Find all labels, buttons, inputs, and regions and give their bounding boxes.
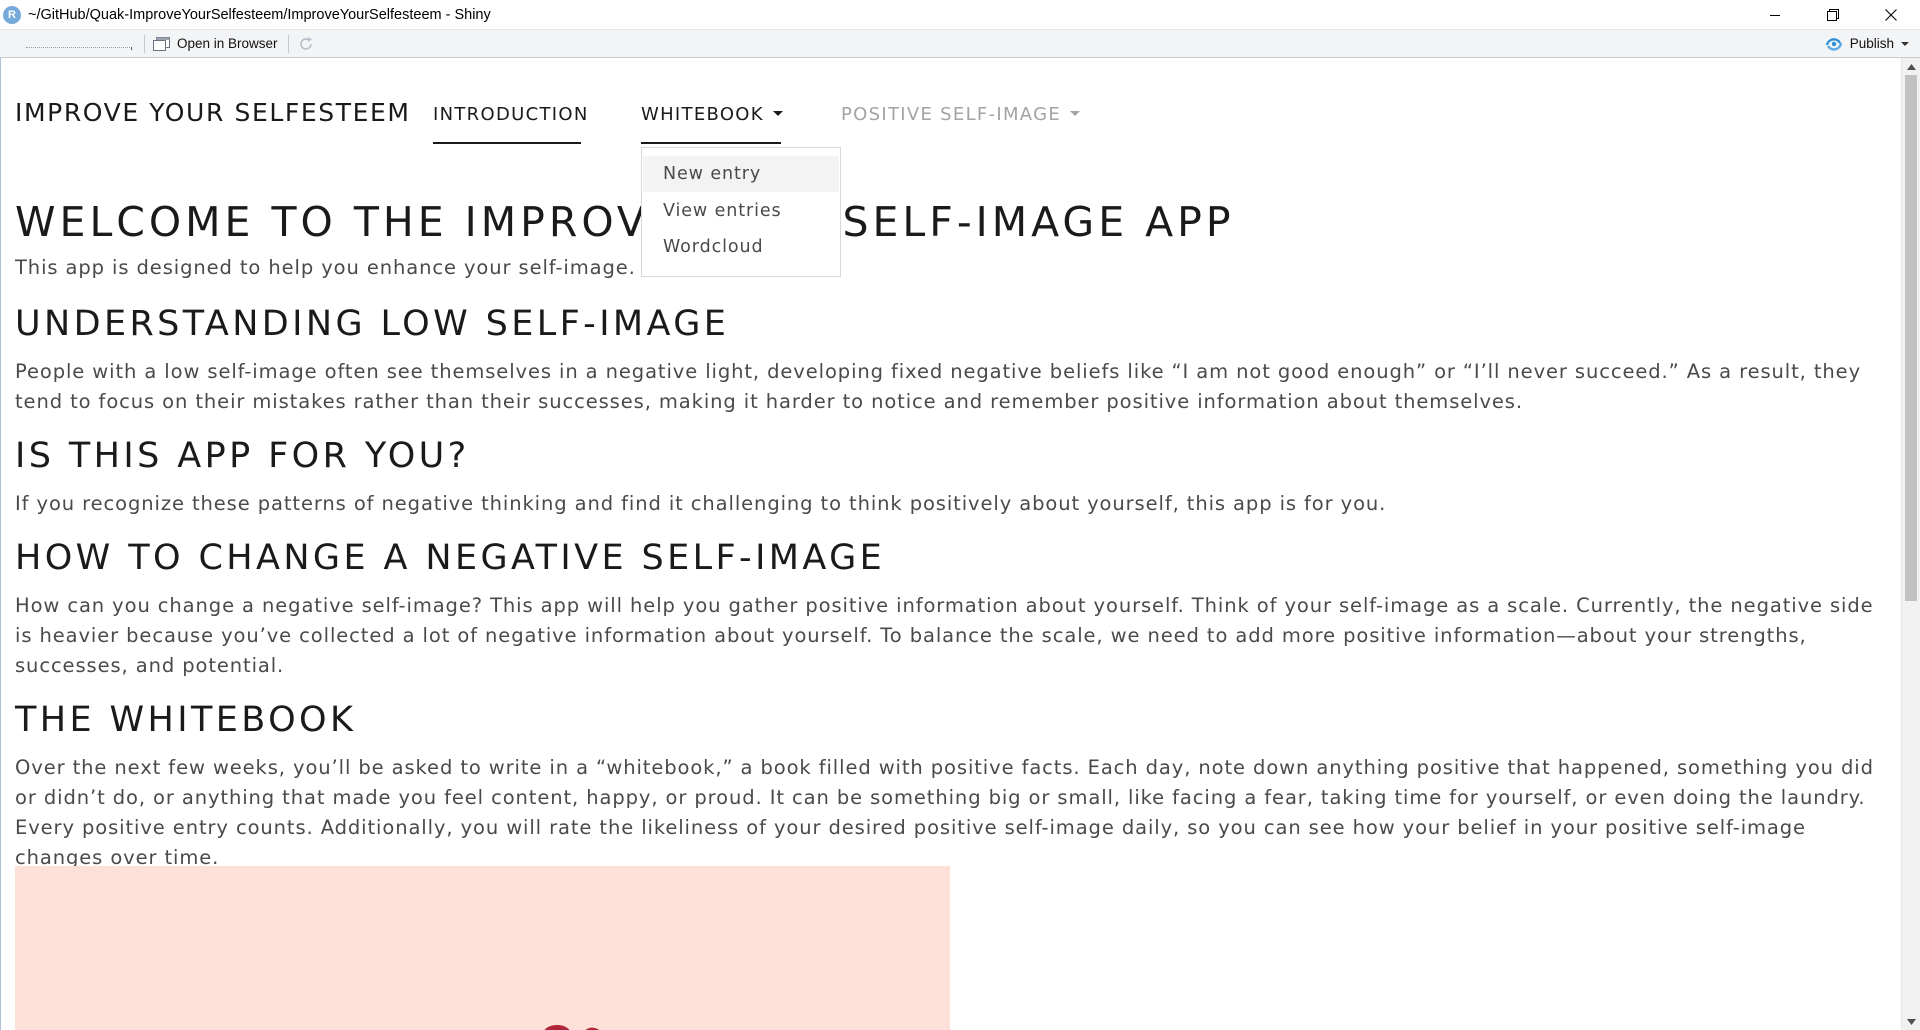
- url-placeholder-line: [26, 46, 130, 48]
- window-title: ~/GitHub/Quak-ImproveYourSelfesteem/Impr…: [28, 6, 491, 23]
- browser-window-icon: [153, 36, 170, 51]
- scroll-down-button[interactable]: [1902, 1013, 1920, 1030]
- scroll-up-button[interactable]: [1902, 58, 1920, 75]
- section-text-whitebook: Over the next few weeks, you’ll be asked…: [15, 756, 1874, 869]
- nav-positive-self-image[interactable]: POSITIVE SELF-IMAGE: [841, 104, 1081, 125]
- close-button[interactable]: [1862, 0, 1920, 29]
- nav-whitebook-label: WHITEBOOK: [641, 104, 764, 125]
- refresh-button[interactable]: [297, 35, 315, 53]
- scroll-down-icon: [1906, 1018, 1916, 1025]
- nav-introduction-label: INTRODUCTION: [433, 104, 589, 125]
- section-heading-understanding: UNDERSTANDING LOW SELF-IMAGE: [15, 304, 730, 344]
- publish-label: Publish: [1849, 36, 1894, 51]
- chevron-down-icon: [1901, 41, 1909, 46]
- section-text-how-to-change: How can you change a negative self-image…: [15, 594, 1874, 677]
- app-brand[interactable]: IMPROVE YOUR SELFESTEEM: [15, 98, 411, 127]
- nav-positive-self-image-label: POSITIVE SELF-IMAGE: [841, 104, 1062, 125]
- publish-icon: [1825, 37, 1842, 51]
- minimize-button[interactable]: [1746, 0, 1804, 29]
- url-field[interactable]: [4, 33, 138, 55]
- viewer-toolbar: Open in Browser Publish: [0, 29, 1920, 58]
- nav-whitebook[interactable]: WHITEBOOK: [641, 104, 783, 125]
- section-text-is-this-for-you: If you recognize these patterns of negat…: [15, 492, 1387, 515]
- section-heading-is-this-for-you: IS THIS APP FOR YOU?: [15, 436, 470, 476]
- section-heading-whitebook: THE WHITEBOOK: [15, 700, 357, 740]
- nav-whitebook-underline: [641, 142, 781, 144]
- dropdown-item-label: Wordcloud: [663, 237, 764, 257]
- whitebook-dropdown-menu: New entry View entries Wordcloud: [641, 147, 841, 277]
- toolbar-divider: [287, 34, 289, 53]
- restore-icon: [1827, 8, 1839, 21]
- rstudio-app-icon: R: [3, 5, 21, 24]
- whitebook-illustration: [15, 866, 950, 1030]
- restore-button[interactable]: [1804, 0, 1862, 29]
- url-marker: [131, 46, 132, 50]
- nav-introduction-underline: [433, 142, 581, 144]
- refresh-icon: [299, 36, 312, 50]
- caret-down-icon: [1070, 111, 1081, 116]
- publish-button[interactable]: Publish: [1824, 30, 1910, 57]
- illustration-accent-shape: [544, 1025, 570, 1030]
- section-text-understanding: People with a low self-image often see t…: [15, 360, 1862, 413]
- window-controls: [1746, 0, 1920, 29]
- dropdown-item-wordcloud[interactable]: Wordcloud: [643, 229, 839, 265]
- minimize-icon: [1770, 14, 1780, 16]
- nav-introduction[interactable]: INTRODUCTION: [433, 104, 589, 125]
- window-titlebar: R ~/GitHub/Quak-ImproveYourSelfesteem/Im…: [0, 0, 1920, 29]
- dropdown-item-new-entry[interactable]: New entry: [643, 156, 839, 192]
- dropdown-item-view-entries[interactable]: View entries: [643, 193, 839, 229]
- open-in-browser-button[interactable]: Open in Browser: [153, 36, 278, 51]
- dropdown-item-label: New entry: [663, 164, 762, 184]
- scroll-up-icon: [1906, 63, 1916, 70]
- app-viewport: IMPROVE YOUR SELFESTEEM INTRODUCTION WHI…: [0, 58, 1920, 1030]
- open-in-browser-label: Open in Browser: [177, 36, 278, 51]
- section-heading-how-to-change: HOW TO CHANGE A NEGATIVE SELF-IMAGE: [15, 538, 886, 578]
- caret-down-icon: [772, 111, 783, 116]
- vertical-scrollbar[interactable]: [1901, 58, 1920, 1030]
- close-icon: [1885, 8, 1897, 21]
- page-title: WELCOME TO THE IMPROVE YOUR SELF-IMAGE A…: [15, 198, 1235, 246]
- dropdown-item-label: View entries: [663, 201, 782, 221]
- intro-text: This app is designed to help you enhance…: [15, 256, 636, 279]
- toolbar-divider: [144, 34, 145, 53]
- illustration-graphic: [544, 1025, 600, 1030]
- scrollbar-thumb[interactable]: [1905, 75, 1917, 601]
